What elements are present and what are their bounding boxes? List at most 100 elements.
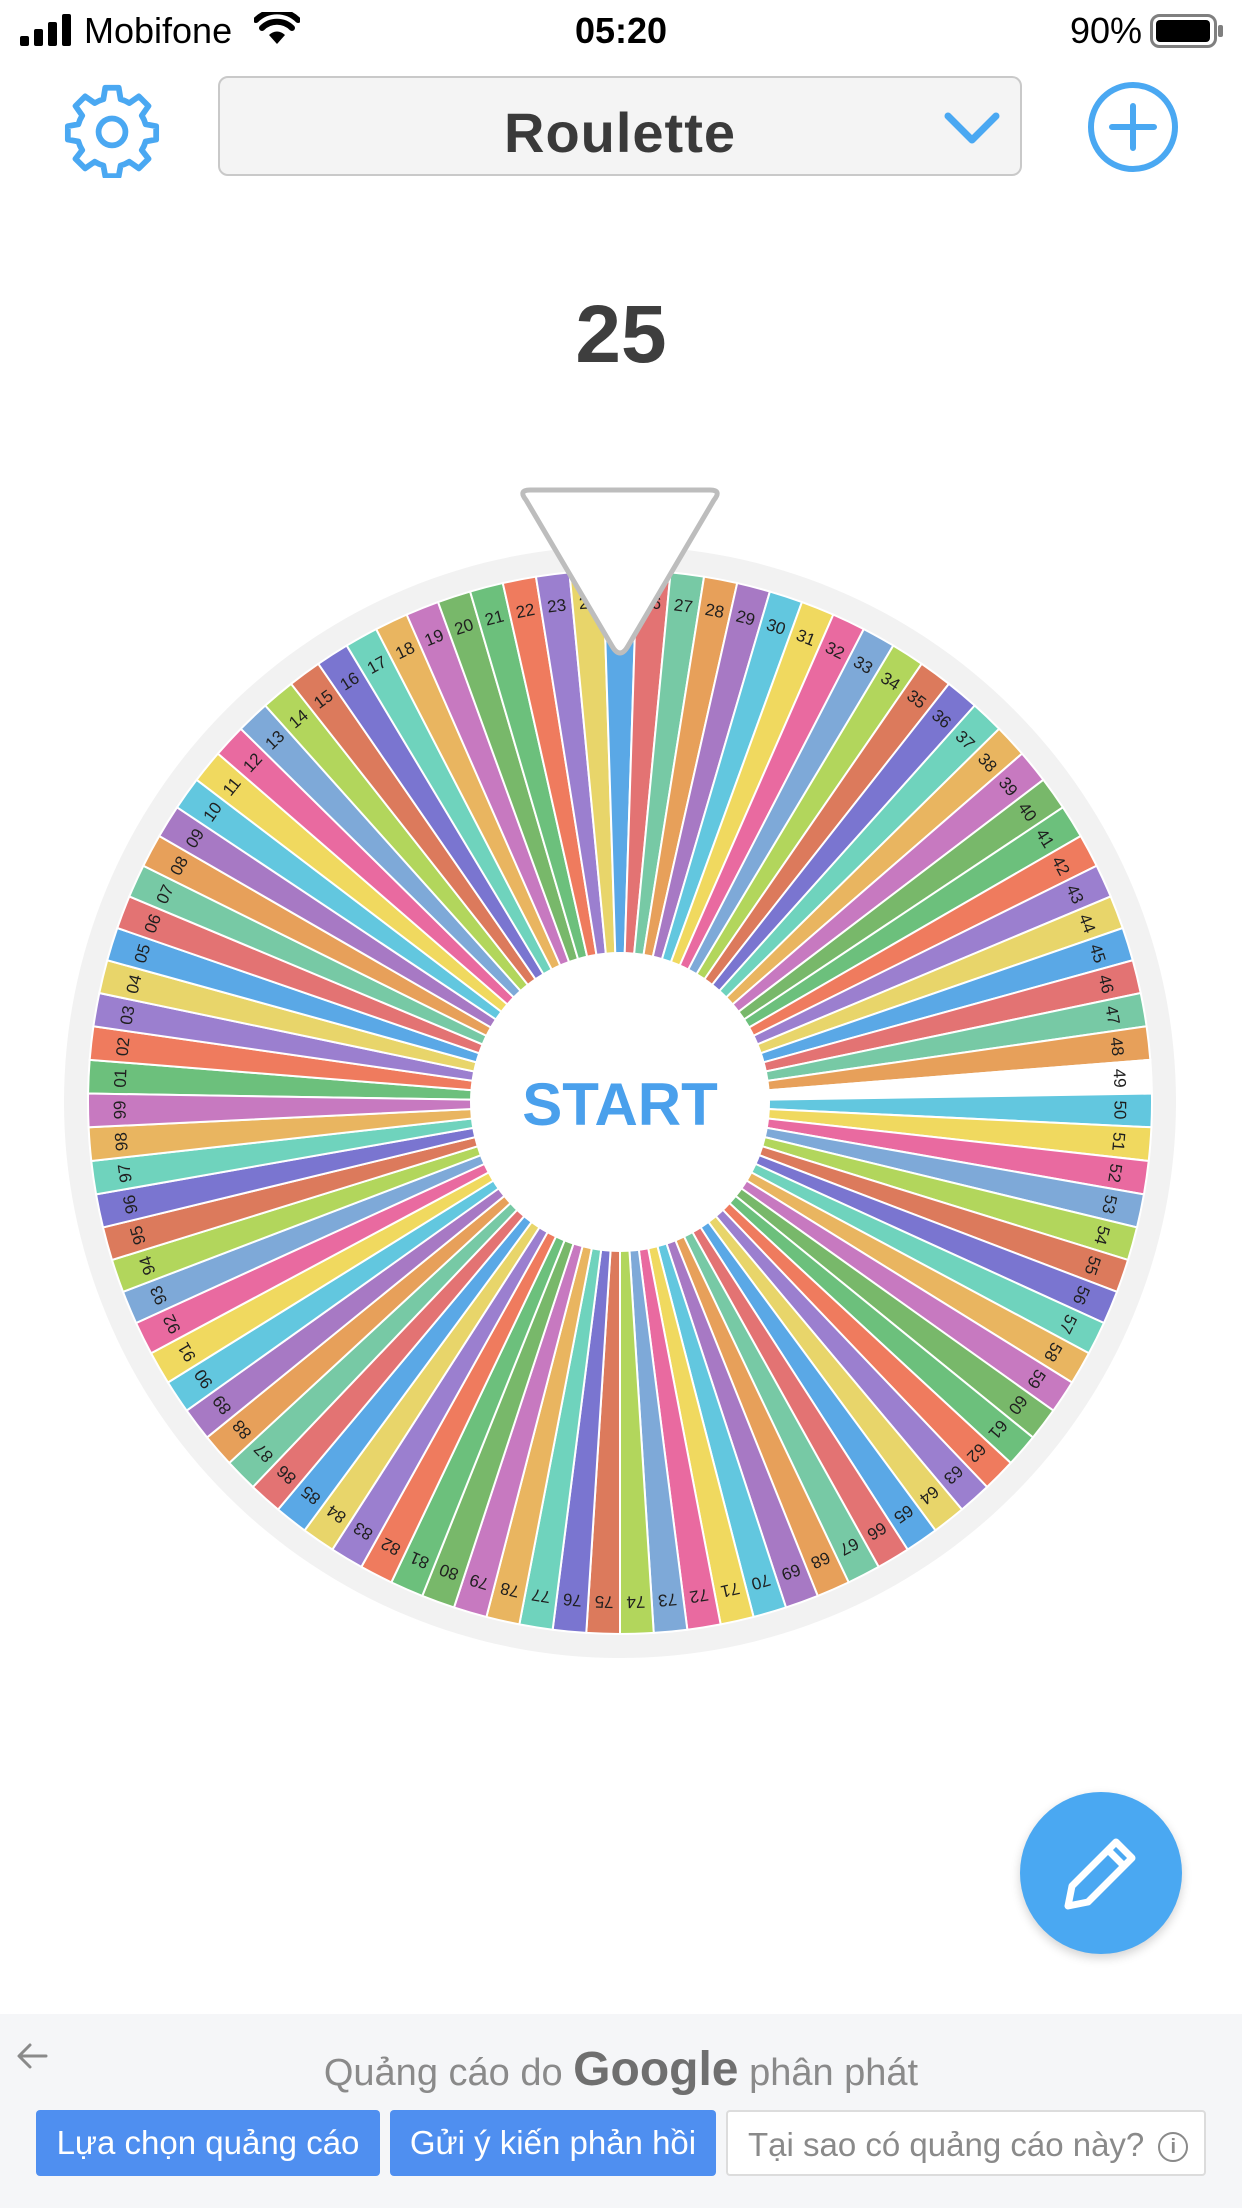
wheel-segment-30 xyxy=(619,590,804,1103)
wheel-segment-label: 98 xyxy=(111,1131,131,1151)
wheel-segment-label: 90 xyxy=(191,1366,217,1392)
why-this-ad-button[interactable]: Tại sao có quảng cáo này? i xyxy=(726,2110,1206,2176)
wheel-segment-label: 43 xyxy=(1062,882,1087,907)
wheel-segment-33 xyxy=(619,627,895,1103)
wheel-segment-84 xyxy=(303,1101,621,1551)
wheel-segment-label: 61 xyxy=(984,1416,1011,1443)
wheel-segment-label: 91 xyxy=(174,1339,200,1365)
wheel-segment-89 xyxy=(185,1101,621,1439)
wheel-segment-80 xyxy=(420,1101,621,1609)
wheel-segment-label: 37 xyxy=(952,727,979,754)
wheel-segment-82 xyxy=(359,1101,621,1584)
ad-title-prefix: Quảng cáo do xyxy=(323,2052,563,2094)
wheel-segment-87 xyxy=(227,1101,621,1489)
ad-feedback-button[interactable]: Gửi ý kiến phản hồi xyxy=(390,2110,716,2176)
wheel-segment-label: 81 xyxy=(407,1548,432,1573)
wheel-segment-label: 69 xyxy=(779,1560,803,1584)
wheel-segment-90 xyxy=(166,1101,621,1412)
ad-attribution: Quảng cáo do Google phân phát xyxy=(0,2042,1242,2097)
wheel-segment-08 xyxy=(141,834,621,1103)
wheel-segment-27 xyxy=(619,571,706,1103)
wheel-segment-68 xyxy=(619,1101,850,1598)
wheel-segment-label: 15 xyxy=(310,686,337,713)
wheel-segment-85 xyxy=(276,1101,621,1532)
chevron-down-icon xyxy=(944,112,1000,144)
wheel-segment-57 xyxy=(619,1101,1106,1355)
wheel-segment-label: 34 xyxy=(877,668,903,694)
wheel-segment-label: 31 xyxy=(794,625,819,650)
wheel-pointer xyxy=(520,487,720,656)
wheel-segment-25 xyxy=(602,569,638,1103)
wheel-segment-39 xyxy=(619,752,1045,1103)
wheel-segment-label: 78 xyxy=(499,1578,522,1601)
wheel-segment-40 xyxy=(619,778,1065,1103)
wheel-segment-10 xyxy=(175,778,621,1103)
wheel-segment-label: 65 xyxy=(890,1501,916,1527)
wheel-segment-label: 27 xyxy=(673,595,694,616)
wheel-segment-58 xyxy=(619,1101,1091,1384)
wheel-segment-label: 05 xyxy=(131,942,155,966)
wheel-segment-label: 99 xyxy=(110,1100,129,1119)
wheel-segment-label: 58 xyxy=(1040,1339,1066,1365)
roulette-selector[interactable]: Roulette xyxy=(218,76,1022,176)
wheel-segment-76 xyxy=(551,1101,621,1634)
wheel-segment-label: 23 xyxy=(546,595,567,616)
wheel-segment-22 xyxy=(501,575,621,1103)
wheel-segment-label: 59 xyxy=(1023,1366,1049,1392)
wheel-segment-label: 47 xyxy=(1101,1004,1123,1026)
wheel-segment-18 xyxy=(374,613,621,1103)
wheel-segment-label: 56 xyxy=(1069,1283,1094,1308)
ad-choices-button[interactable]: Lựa chọn quảng cáo xyxy=(36,2110,380,2176)
wheel-segment-label: 49 xyxy=(1109,1068,1129,1088)
wheel-segment-label: 50 xyxy=(1110,1100,1129,1119)
wheel-segment-label: 89 xyxy=(209,1392,236,1419)
wheel-segment-77 xyxy=(518,1101,621,1631)
wheel-segment-label: 67 xyxy=(836,1534,862,1560)
edit-button[interactable] xyxy=(1020,1792,1182,1954)
wheel-segment-label: 17 xyxy=(364,652,390,678)
wheel-segment-16 xyxy=(316,644,621,1103)
gear-icon[interactable] xyxy=(64,82,160,178)
start-button[interactable]: START xyxy=(522,1071,718,1138)
wheel-segment-label: 46 xyxy=(1094,973,1117,996)
wheel-segment-67 xyxy=(619,1101,881,1584)
wheel-segment-label: 22 xyxy=(514,600,536,622)
wheel-segment-label: 79 xyxy=(467,1570,491,1594)
pencil-icon xyxy=(1064,1838,1136,1910)
wheel-segment-label: 77 xyxy=(530,1585,552,1607)
wheel-segment-label: 30 xyxy=(764,615,788,639)
wheel-segment-66 xyxy=(619,1101,910,1569)
wheel-segment-label: 76 xyxy=(562,1589,583,1610)
wheel-segment-label: 45 xyxy=(1086,942,1110,966)
wheel-segment-86 xyxy=(251,1101,621,1511)
wheel-segment-74 xyxy=(619,1101,655,1636)
wheel-segment-label: 86 xyxy=(273,1461,300,1488)
wheel-segment-label: 10 xyxy=(199,799,225,825)
google-logo-text: Google xyxy=(573,2043,739,2096)
add-circle-icon[interactable] xyxy=(1086,80,1180,174)
wheel-segment-label: 16 xyxy=(337,668,363,694)
wheel-segment-21 xyxy=(468,581,621,1103)
wheel-segment-label: 54 xyxy=(1090,1224,1113,1247)
wheel-segment-label: 39 xyxy=(995,773,1022,800)
wheel-segment-88 xyxy=(205,1101,621,1465)
wheel-segment-label: 75 xyxy=(594,1592,614,1612)
battery-percent: 90% xyxy=(1069,10,1142,51)
wheel-segment-17 xyxy=(345,627,621,1103)
wheel-segment-label: 72 xyxy=(688,1585,710,1607)
wheel-segment-label: 44 xyxy=(1075,911,1100,935)
wheel-segment-label: 82 xyxy=(378,1534,404,1560)
wheel-segment-label: 42 xyxy=(1048,853,1074,879)
wheel-segment-73 xyxy=(619,1101,689,1634)
wheel-segment-70 xyxy=(619,1101,788,1619)
wheel-segment-label: 57 xyxy=(1055,1311,1080,1336)
wheel-segment-label: 09 xyxy=(182,825,208,851)
wheel-segment-label: 03 xyxy=(117,1004,139,1026)
wheel-segment-label: 73 xyxy=(657,1589,678,1610)
wheel-segment-label: 48 xyxy=(1106,1036,1127,1057)
status-bar: Mobifone 05:20 90% xyxy=(0,0,1242,62)
wheel-segment-20 xyxy=(436,590,621,1103)
wheel-segment-label: 24 xyxy=(578,593,598,613)
wheel-segment-label: 18 xyxy=(392,638,417,663)
wheel-segment-label: 84 xyxy=(323,1501,349,1527)
